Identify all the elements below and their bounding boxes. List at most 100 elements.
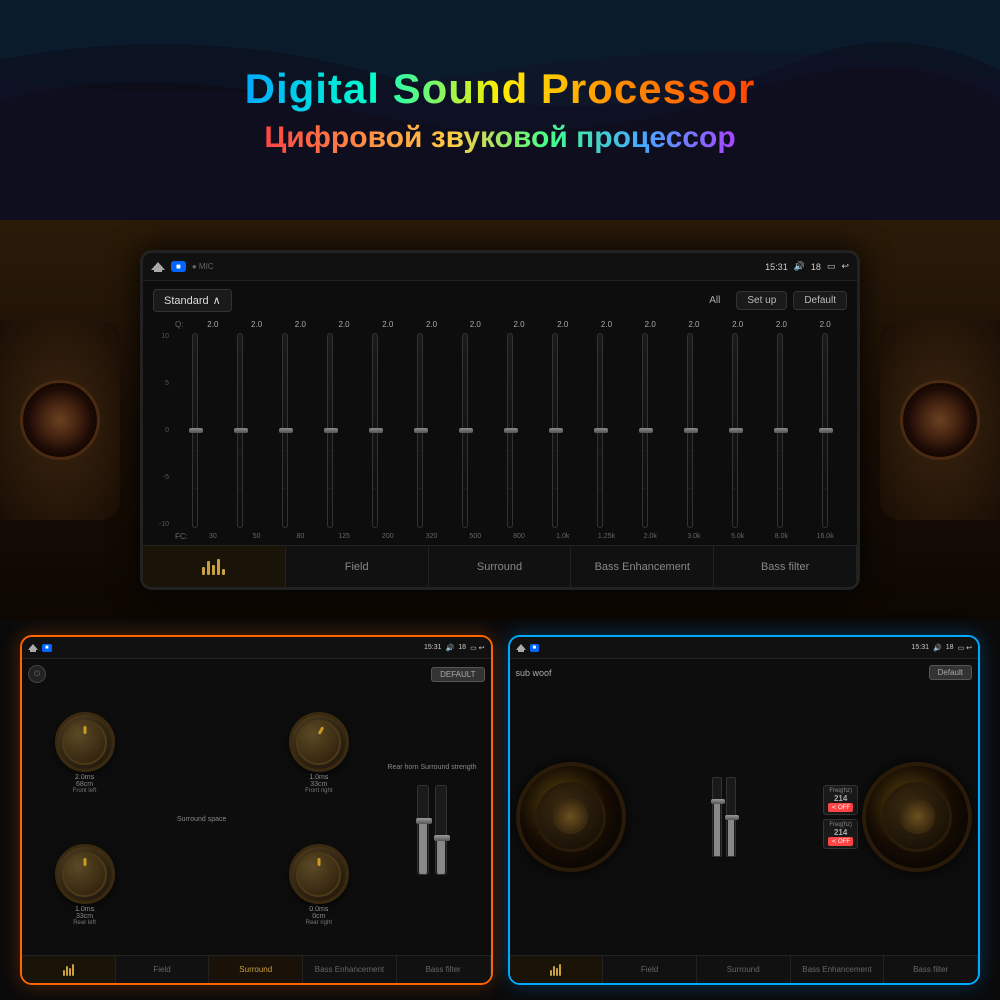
crossover-switch-1[interactable]: Freq(hz) 214 ≺ OFF — [823, 785, 858, 815]
q-label: Q: — [175, 320, 191, 329]
default-button[interactable]: Default — [793, 291, 847, 310]
grid-line-0 — [598, 373, 602, 374]
eq-track-12 — [732, 333, 738, 528]
right-tab-eq[interactable] — [510, 956, 604, 983]
rear-slider-1[interactable] — [417, 785, 429, 875]
knob-val-front-left: 2.0ms — [75, 774, 94, 781]
knob-label-front-right: 33cm — [310, 781, 327, 788]
crossover-track-2[interactable] — [726, 777, 736, 857]
knob-circle-front-right[interactable] — [289, 712, 349, 772]
grid-line-1 — [598, 411, 602, 412]
knobs-area: 2.0ms 68cm Front left Surround space — [28, 689, 485, 949]
crossover-handle-2 — [725, 815, 739, 820]
q-val-13: 2.0 — [760, 320, 804, 329]
left-tab-bass-filter[interactable]: Bass filter — [397, 956, 491, 983]
eq-slider-1[interactable] — [218, 333, 261, 528]
left-tab-bass-enhance[interactable]: Bass Enhancement — [303, 956, 397, 983]
grid-line-0 — [553, 373, 557, 374]
eq-slider-0[interactable] — [173, 333, 216, 528]
left-tab-surround[interactable]: Surround — [209, 956, 303, 983]
knob-marker-front-right — [318, 726, 325, 734]
eq-slider-10[interactable] — [624, 333, 667, 528]
tab-eq[interactable] — [143, 546, 286, 587]
eq-slider-3[interactable] — [308, 333, 351, 528]
right-panel: ■ 15:31 🔊 18 ▭ ↩ sub woof Default — [508, 635, 981, 985]
grid-line-2 — [553, 450, 557, 451]
header-section: Digital Sound Processor Цифровой звуково… — [0, 0, 1000, 220]
grid-line-0 — [508, 373, 512, 374]
right-tab-field[interactable]: Field — [603, 956, 697, 983]
q-val-14: 2.0 — [803, 320, 847, 329]
q-val-1: 2.0 — [235, 320, 279, 329]
tab-bass-enhancement[interactable]: Bass Enhancement — [571, 546, 714, 587]
crossover-switch-2[interactable]: Freq(hz) 214 ≺ OFF — [823, 819, 858, 849]
eq-slider-13[interactable] — [759, 333, 802, 528]
default-button-left[interactable]: DEFAULT — [431, 667, 484, 682]
tab-bass-filter[interactable]: Bass filter — [714, 546, 857, 587]
left-speaker-center — [553, 799, 588, 834]
grid-line-3 — [688, 488, 692, 489]
eq-handle-11 — [684, 428, 698, 433]
power-button-left[interactable]: ⏻ — [28, 665, 46, 683]
eq-slider-12[interactable] — [714, 333, 757, 528]
rear-slider-2[interactable] — [435, 785, 447, 875]
q-val-0: 2.0 — [191, 320, 235, 329]
eq-slider-5[interactable] — [398, 333, 441, 528]
time-display: 15:31 — [765, 262, 788, 272]
eq-slider-14[interactable] — [804, 333, 847, 528]
left-tab-eq[interactable] — [22, 956, 116, 983]
eq-handle-1 — [234, 428, 248, 433]
knob-rear-left: 1.0ms 33cm Rear left — [28, 821, 141, 949]
grid-line-2 — [238, 450, 242, 451]
eq-area: Q: 2.0 2.0 2.0 2.0 2.0 2.0 2.0 2.0 2.0 2… — [153, 320, 847, 541]
home-icon — [151, 262, 165, 272]
default-button-right[interactable]: Default — [929, 665, 972, 680]
eq-track-3 — [327, 333, 333, 528]
right-time: 15:31 — [912, 644, 930, 651]
left-vent-circle — [20, 380, 100, 460]
eq-slider-8[interactable] — [534, 333, 577, 528]
left-battery: 18 — [458, 644, 466, 651]
right-tab-surround[interactable]: Surround — [697, 956, 791, 983]
surround-space-label: Surround space — [177, 816, 226, 823]
app-badge: ■ — [171, 261, 186, 272]
eq-track-14 — [822, 333, 828, 528]
right-vent-circle — [900, 380, 980, 460]
right-vent — [880, 320, 1000, 520]
eq-slider-6[interactable] — [443, 333, 486, 528]
crossover-slider-1 — [712, 777, 722, 857]
eq-slider-4[interactable] — [353, 333, 396, 528]
left-mini-tabs: Field Surround Bass Enhancement Bass fil… — [22, 955, 491, 983]
all-button[interactable]: All — [699, 292, 730, 309]
fc-val-7: 800 — [497, 533, 541, 540]
eq-q-values: 2.0 2.0 2.0 2.0 2.0 2.0 2.0 2.0 2.0 2.0 … — [191, 320, 847, 329]
grid-line-1 — [283, 411, 287, 412]
grid-line-0 — [283, 373, 287, 374]
chevron-up-icon: ∧ — [213, 294, 221, 307]
grid-line-3 — [823, 488, 827, 489]
crossover-track-1[interactable] — [712, 777, 722, 857]
tab-field[interactable]: Field — [286, 546, 429, 587]
knob-circle-rear-right[interactable] — [289, 844, 349, 904]
knob-circle-rear-left[interactable] — [55, 844, 115, 904]
tab-surround[interactable]: Surround — [429, 546, 572, 587]
eq-slider-7[interactable] — [488, 333, 531, 528]
knob-circle-front-left[interactable] — [55, 712, 115, 772]
off-label-1: ≺ OFF — [828, 803, 853, 812]
eq-slider-9[interactable] — [579, 333, 622, 528]
right-tab-bass-enhance[interactable]: Bass Enhancement — [791, 956, 885, 983]
grid-line-3 — [373, 488, 377, 489]
eq-slider-2[interactable] — [263, 333, 306, 528]
rear-slider-2-handle — [434, 835, 450, 841]
grid-line-0 — [238, 373, 242, 374]
left-tab-field[interactable]: Field — [116, 956, 210, 983]
eq-fc-row: FC: 3050801252003205008001.0k1.25k2.0k3.… — [153, 532, 847, 541]
right-volume-icon: 🔊 — [933, 644, 942, 652]
sim-icon: ▭ — [827, 261, 836, 272]
eq-slider-11[interactable] — [669, 333, 712, 528]
eq-track-0 — [192, 333, 198, 528]
status-right: 15:31 🔊 18 ▭ ↩ — [765, 261, 849, 272]
right-tab-bass-filter[interactable]: Bass filter — [884, 956, 978, 983]
setup-button[interactable]: Set up — [736, 291, 787, 310]
preset-button[interactable]: Standard ∧ — [153, 289, 232, 312]
